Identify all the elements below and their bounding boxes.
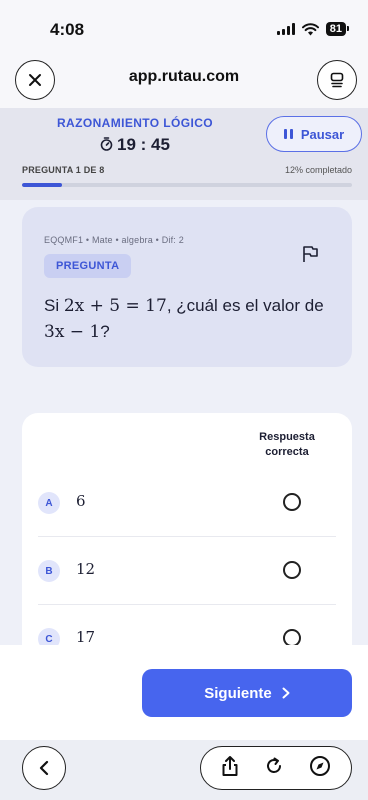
next-label: Siguiente [204,684,272,702]
compass-button[interactable] [309,755,331,782]
correct-answer-header: Respuesta correcta [259,431,315,458]
question-text-suffix: ? [100,322,110,341]
option-letter: A [38,492,60,514]
answer-option-b[interactable]: B 12 [22,537,352,605]
share-icon [222,755,238,776]
chevron-right-icon [282,687,290,699]
option-value: 6 [76,492,86,510]
question-meta: EQQMF1 • Mate • algebra • Dif: 2 [44,235,184,245]
progress-text: 12% completado [284,165,352,175]
question-card: EQQMF1 • Mate • algebra • Dif: 2 PREGUNT… [22,207,352,367]
compass-icon [309,755,330,776]
progress-fill [22,183,62,187]
reload-button[interactable] [264,756,284,781]
question-expression: 3x − 1 [44,322,101,342]
share-button[interactable] [221,755,239,782]
status-icons: 81 [276,22,350,36]
next-button[interactable]: Siguiente [142,669,352,717]
pause-icon [283,129,293,139]
section-title: RAZONAMIENTO LÓGICO [56,116,214,130]
question-tag: PREGUNTA [44,254,132,278]
timer-value: 19 : 45 [117,135,170,154]
browser-header: app.rutau.com [0,56,368,108]
pause-label: Pausar [300,126,345,142]
question-text-middle: , ¿cuál es el valor de [166,296,324,315]
battery-indicator: 81 [325,22,350,36]
back-icon [39,760,49,776]
flag-icon [303,246,318,262]
status-bar: 4:08 81 [0,0,368,56]
wifi-icon [301,22,319,35]
answer-radio[interactable] [283,493,301,511]
browser-actions [200,746,352,790]
tabs-button[interactable] [317,60,357,100]
option-value: 17 [76,628,96,646]
progress-bar [22,183,352,187]
url-text[interactable]: app.rutau.com [0,68,368,86]
back-button[interactable] [22,746,66,790]
answer-option-a[interactable]: A 6 [22,469,352,537]
status-time: 4:08 [50,20,85,39]
signal-icon [276,23,295,35]
reload-icon [267,757,281,773]
pause-button[interactable]: Pausar [266,116,362,152]
answer-radio[interactable] [283,561,301,579]
exam-header: RAZONAMIENTO LÓGICO 19 : 45 Pausar PREGU… [0,108,368,200]
question-counter: PREGUNTA 1 DE 8 [22,165,105,175]
question-text: Si 2x + 5 = 17, ¿cuál es el valor de 3x … [44,293,334,345]
tabs-icon [330,72,344,88]
option-value: 12 [76,560,96,578]
footer: Siguiente [0,645,368,740]
flag-button[interactable] [302,245,318,268]
timer: 19 : 45 [55,135,215,155]
answers-card: Respuesta correcta A 6 B 12 C 17 [22,413,352,673]
stopwatch-icon [100,137,113,151]
browser-toolbar [0,740,368,800]
question-text-prefix: Si [44,296,64,315]
option-letter: B [38,560,60,582]
question-equation: 2x + 5 = 17 [63,296,167,316]
